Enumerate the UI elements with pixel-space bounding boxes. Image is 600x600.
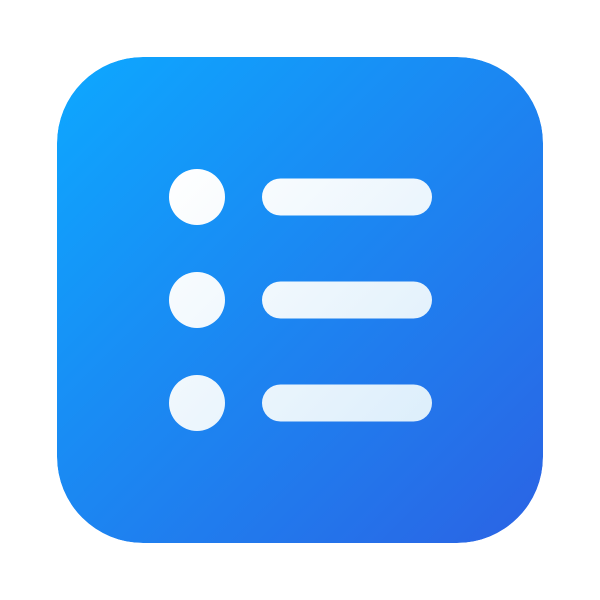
list-line <box>262 178 432 216</box>
list-line <box>262 384 432 422</box>
list-icon <box>57 57 543 543</box>
list-rows <box>169 169 432 431</box>
bullet-dot-icon <box>169 169 225 225</box>
canvas <box>0 0 600 600</box>
bullet-dot-icon <box>169 272 225 328</box>
list-line <box>262 281 432 319</box>
list-app-icon[interactable] <box>57 57 543 543</box>
bullet-dot-icon <box>169 375 225 431</box>
